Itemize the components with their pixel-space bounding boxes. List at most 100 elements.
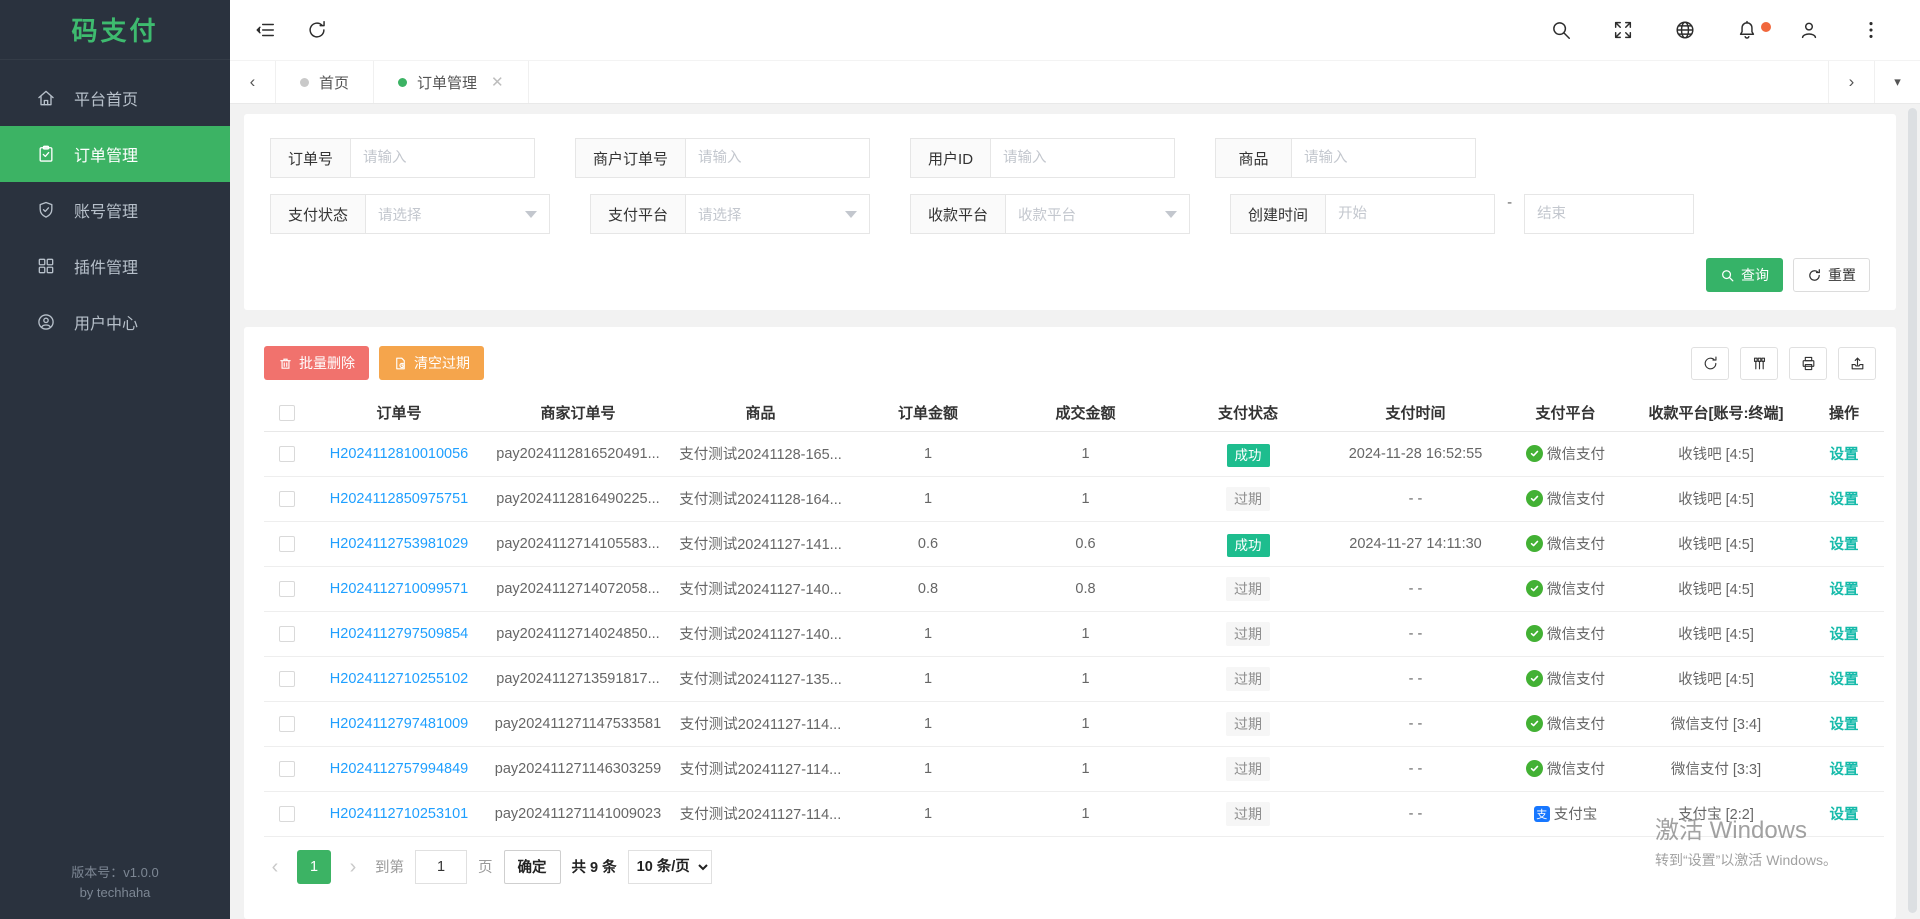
- batch-delete-button[interactable]: 批量删除: [264, 346, 369, 380]
- fullscreen-icon[interactable]: [1612, 19, 1634, 41]
- search-button[interactable]: 查询: [1706, 258, 1783, 292]
- filter-field-input[interactable]: [350, 138, 535, 178]
- row-checkbox[interactable]: [279, 761, 295, 777]
- filter-field-input[interactable]: [685, 138, 870, 178]
- settings-link[interactable]: 设置: [1830, 537, 1859, 553]
- tabs-container: 首页 订单管理 ✕: [276, 61, 529, 103]
- create-time-field: 创建时间 -: [1230, 194, 1694, 234]
- vertical-scrollbar[interactable]: [1908, 108, 1917, 913]
- order-no-link[interactable]: H2024112710099571: [330, 581, 468, 597]
- next-page-button[interactable]: ›: [342, 857, 364, 877]
- column-header: 支付状态: [1168, 395, 1328, 431]
- refresh-icon[interactable]: [306, 19, 328, 41]
- language-icon[interactable]: [1674, 19, 1696, 41]
- table-row: H2024112710099571 pay2024112714072058...…: [264, 566, 1884, 611]
- table-tool-print-icon[interactable]: [1789, 347, 1827, 380]
- filter-select-control[interactable]: 请选择: [685, 194, 870, 234]
- order-no-link[interactable]: H2024112797509854: [330, 626, 468, 642]
- clear-expired-button[interactable]: 清空过期: [379, 346, 484, 380]
- chevron-down-icon: [525, 211, 537, 218]
- filter-field-label: 用户ID: [910, 138, 990, 178]
- notification-badge-dot: [1761, 22, 1771, 32]
- settings-link[interactable]: 设置: [1830, 627, 1859, 643]
- notification-icon[interactable]: [1736, 19, 1758, 41]
- settings-link[interactable]: 设置: [1830, 717, 1859, 733]
- tabs-scroll-right-button[interactable]: ›: [1828, 61, 1874, 103]
- order-amount-cell: 1: [853, 701, 1003, 746]
- column-header: 商家订单号: [488, 395, 668, 431]
- end-date-input[interactable]: [1524, 194, 1694, 234]
- order-amount-cell: 0.8: [853, 566, 1003, 611]
- filter-select-label: 支付状态: [270, 194, 365, 234]
- order-no-link[interactable]: H2024112710255102: [330, 671, 468, 687]
- create-time-label: 创建时间: [1230, 194, 1325, 234]
- filter-field-input[interactable]: [1291, 138, 1476, 178]
- settings-link[interactable]: 设置: [1830, 807, 1859, 823]
- table-toolbar: 批量删除 清空过期: [264, 327, 1876, 395]
- order-amount-cell: 1: [853, 431, 1003, 476]
- search-icon[interactable]: [1550, 19, 1572, 41]
- order-no-link[interactable]: H2024112757994849: [330, 761, 468, 777]
- order-no-link[interactable]: H2024112753981029: [330, 536, 468, 552]
- paid-amount-cell: 1: [1003, 611, 1168, 656]
- reset-button[interactable]: 重置: [1793, 258, 1870, 292]
- row-checkbox[interactable]: [279, 581, 295, 597]
- table-tool-refresh-icon[interactable]: [1691, 347, 1729, 380]
- tab-home[interactable]: 首页: [276, 61, 374, 103]
- current-page-button[interactable]: 1: [297, 850, 331, 884]
- merchant-no-cell: pay2024112713591817...: [488, 656, 668, 701]
- tab-orders[interactable]: 订单管理 ✕: [374, 61, 529, 103]
- order-no-link[interactable]: H2024112850975751: [330, 491, 468, 507]
- pay-time-cell: 2024-11-28 16:52:55: [1328, 431, 1503, 476]
- action-cell: 设置: [1804, 431, 1884, 476]
- order-no-link[interactable]: H2024112797481009: [330, 716, 468, 732]
- start-date-input[interactable]: [1325, 194, 1495, 234]
- prev-page-button[interactable]: ‹: [264, 857, 286, 877]
- status-badge-expired: 过期: [1226, 667, 1270, 691]
- per-page-select[interactable]: 10 条/页: [628, 850, 712, 884]
- order-amount-cell: 1: [853, 611, 1003, 656]
- sidebar-item-user-center[interactable]: 用户中心: [0, 294, 230, 350]
- more-icon[interactable]: [1860, 19, 1882, 41]
- table-tool-export-icon[interactable]: [1838, 347, 1876, 380]
- sidebar-item-home[interactable]: 平台首页: [0, 70, 230, 126]
- tab-close-icon[interactable]: ✕: [491, 73, 504, 91]
- row-checkbox[interactable]: [279, 626, 295, 642]
- user-icon[interactable]: [1798, 19, 1820, 41]
- receiver-cell: 收钱吧 [4:5]: [1628, 476, 1804, 521]
- settings-link[interactable]: 设置: [1830, 582, 1859, 598]
- settings-link[interactable]: 设置: [1830, 492, 1859, 508]
- sidebar-item-plugins[interactable]: 插件管理: [0, 238, 230, 294]
- tabs-menu-button[interactable]: ▾: [1874, 61, 1920, 103]
- row-checkbox[interactable]: [279, 671, 295, 687]
- checkbox-cell: [264, 566, 310, 611]
- topbar: [230, 0, 1920, 60]
- settings-link[interactable]: 设置: [1830, 447, 1859, 463]
- settings-link[interactable]: 设置: [1830, 762, 1859, 778]
- order-no-link[interactable]: H2024112710253101: [330, 806, 468, 822]
- pay-status-cell: 过期: [1168, 611, 1328, 656]
- table-tool-columns-icon[interactable]: [1740, 347, 1778, 380]
- goto-page-input[interactable]: [415, 850, 467, 884]
- tabs-scroll-left-button[interactable]: ‹: [230, 61, 276, 103]
- tab-status-dot: [300, 78, 309, 87]
- filter-select-control[interactable]: 收款平台: [1005, 194, 1190, 234]
- sidebar-item-orders[interactable]: 订单管理: [0, 126, 230, 182]
- row-checkbox[interactable]: [279, 806, 295, 822]
- row-checkbox[interactable]: [279, 446, 295, 462]
- filter-select-control[interactable]: 请选择: [365, 194, 550, 234]
- wechat-icon: [1526, 670, 1543, 687]
- settings-link[interactable]: 设置: [1830, 672, 1859, 688]
- pay-time-cell: - -: [1328, 611, 1503, 656]
- goto-confirm-button[interactable]: 确定: [504, 850, 561, 884]
- filter-field-input[interactable]: [990, 138, 1175, 178]
- select-all-checkbox[interactable]: [279, 405, 295, 421]
- collapse-menu-icon[interactable]: [254, 19, 276, 41]
- order-no-link[interactable]: H2024112810010056: [330, 446, 468, 462]
- row-checkbox[interactable]: [279, 491, 295, 507]
- filter-row-2: 支付状态 请选择 支付平台 请选择 收款平台 收款平台 创建时间 -: [270, 194, 1870, 234]
- sidebar-item-accounts[interactable]: 账号管理: [0, 182, 230, 238]
- row-checkbox[interactable]: [279, 536, 295, 552]
- row-checkbox[interactable]: [279, 716, 295, 732]
- column-header: 支付时间: [1328, 395, 1503, 431]
